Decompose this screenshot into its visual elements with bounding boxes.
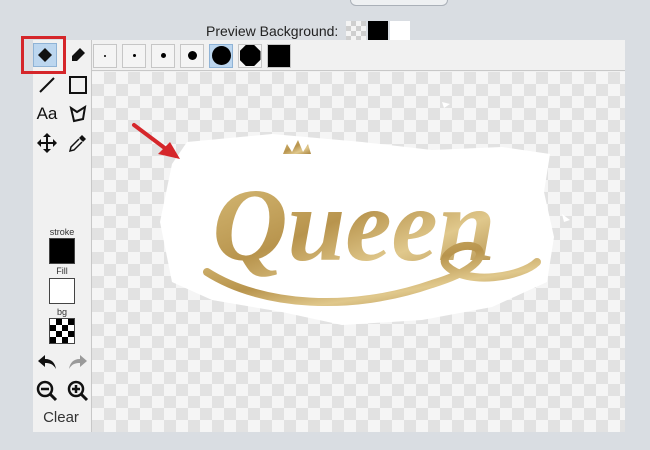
preview-bg-black-swatch[interactable] (368, 21, 389, 41)
octagon-icon (239, 45, 261, 66)
brush-size-7[interactable] (267, 43, 291, 68)
selected-tool-highlight (21, 36, 66, 74)
dot-1-icon (104, 54, 106, 57)
move-icon (37, 133, 57, 153)
preview-bg-white-swatch[interactable] (390, 21, 411, 41)
eraser-button[interactable] (66, 43, 90, 67)
stroke-color-swatch[interactable] (49, 238, 75, 264)
bg-color-swatch[interactable] (49, 318, 75, 344)
stroke-label: stroke (49, 227, 75, 237)
redo-icon (69, 355, 87, 369)
redo-button[interactable] (66, 350, 90, 374)
zoom-out-button[interactable] (35, 379, 59, 403)
cutout-fragment (562, 214, 570, 222)
eyedropper-icon (68, 135, 86, 153)
line-icon (39, 77, 55, 93)
lasso-icon (69, 104, 87, 123)
brush-size-3[interactable] (151, 43, 175, 68)
circle-large-icon (211, 46, 231, 65)
canvas-artwork: Queen (132, 102, 570, 325)
top-tab-edge (350, 0, 448, 6)
move-tool-button[interactable] (35, 131, 59, 155)
zoom-out-icon (36, 380, 58, 402)
right-margin (625, 40, 650, 432)
undo-button[interactable] (35, 350, 59, 374)
brush-size-6[interactable] (238, 43, 262, 68)
bg-label: bg (56, 307, 67, 317)
eraser-icon (72, 48, 85, 61)
brush-size-4[interactable] (180, 43, 204, 68)
rectangle-tool-button[interactable] (66, 73, 90, 97)
dot-3-icon (160, 53, 166, 58)
fill-color-swatch[interactable] (49, 278, 75, 304)
square-icon (268, 44, 290, 67)
text-tool-button[interactable]: Aa (35, 102, 59, 126)
text-tool-label: Aa (36, 104, 58, 123)
cutout-fragment (442, 102, 450, 108)
undo-icon (38, 355, 56, 369)
zoom-in-button[interactable] (66, 379, 90, 403)
preview-background-label: Preview Background: (206, 23, 339, 39)
drawing-canvas[interactable]: Queen (92, 72, 625, 432)
preview-bg-checker-swatch[interactable] (346, 21, 367, 41)
lasso-tool-button[interactable] (66, 102, 90, 126)
preview-background: Preview Background: (206, 20, 411, 42)
rectangle-icon (69, 76, 87, 94)
brush-size-2[interactable] (122, 43, 146, 68)
dot-2-icon (132, 54, 136, 57)
fill-label: Fill (56, 266, 68, 276)
eyedropper-tool-button[interactable] (66, 131, 90, 155)
zoom-in-icon (67, 380, 89, 402)
queen-lettering: Queen (212, 168, 495, 283)
brush-size-1[interactable] (93, 43, 117, 68)
clear-button[interactable]: Clear (33, 409, 89, 426)
line-tool-button[interactable] (35, 73, 59, 97)
brush-size-5[interactable] (209, 43, 233, 68)
dot-4-icon (187, 51, 197, 60)
brush-size-bar (64, 41, 625, 71)
